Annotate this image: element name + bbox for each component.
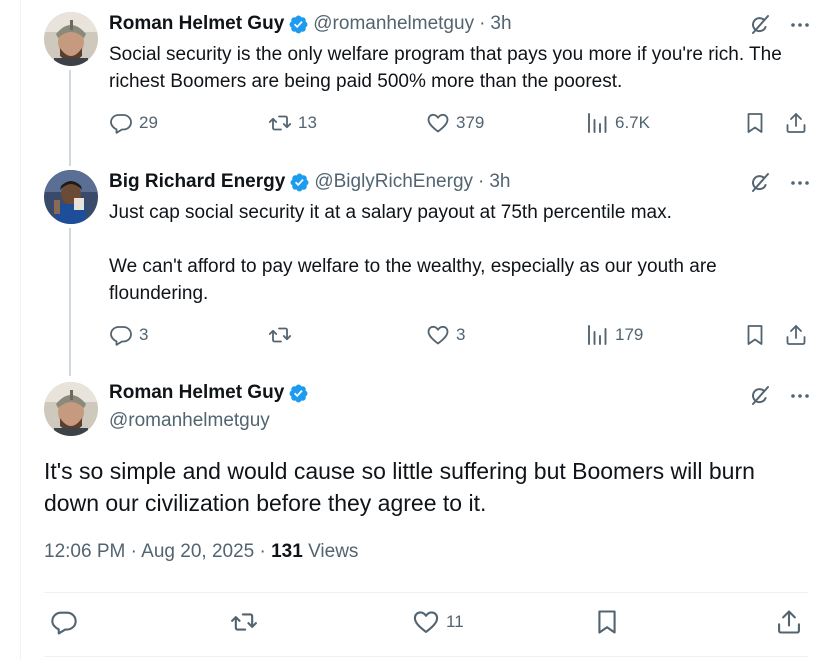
more-icon[interactable]	[788, 384, 812, 408]
tweet-header: Big Richard Energy @BiglyRichEnergy · 3h	[109, 171, 510, 193]
tweet-date[interactable]: Aug 20, 2025	[141, 541, 254, 562]
bookmark-icon	[743, 323, 767, 347]
tweet-paragraph: We can't afford to pay welfare to the we…	[109, 256, 717, 304]
author-name[interactable]: Roman Helmet Guy	[109, 13, 284, 35]
tweet-top-icons	[748, 171, 812, 195]
like-count: 379	[456, 113, 485, 132]
tweet-top-icons	[748, 384, 812, 408]
bookmark-button[interactable]	[743, 323, 767, 347]
like-icon	[426, 323, 450, 347]
reply-button[interactable]: 29	[109, 111, 158, 135]
like-icon	[412, 608, 440, 636]
repost-count: 13	[298, 113, 317, 132]
views-icon	[585, 111, 609, 135]
share-icon	[775, 608, 803, 636]
thread-connector-line	[69, 228, 71, 376]
repost-icon	[268, 323, 292, 347]
bookmark-button[interactable]	[743, 111, 767, 135]
views-button[interactable]: 6.7K	[585, 111, 650, 135]
separator-dot: ·	[479, 13, 486, 34]
tweet-time[interactable]: 3h	[490, 13, 511, 35]
repost-button[interactable]	[268, 323, 298, 347]
more-icon[interactable]	[788, 13, 812, 37]
tweet-time[interactable]: 12:06 PM	[44, 541, 125, 562]
like-button[interactable]: 379	[426, 111, 484, 135]
author-handle[interactable]: @romanhelmetguy	[313, 13, 474, 35]
share-button[interactable]	[784, 111, 808, 135]
tweet-actions: 29 13 379 6.7K	[0, 111, 827, 139]
main-tweet-actions: 11	[0, 608, 827, 642]
bookmark-icon	[743, 111, 767, 135]
avatar-roman-helmet-guy[interactable]	[44, 382, 98, 436]
share-button[interactable]	[784, 323, 808, 347]
reply-count: 29	[139, 113, 158, 132]
tweet-paragraph: Just cap social security it at a salary …	[109, 202, 672, 223]
grok-icon[interactable]	[748, 13, 772, 37]
like-button[interactable]: 3	[426, 323, 465, 347]
share-button[interactable]	[775, 608, 803, 636]
grok-icon[interactable]	[748, 384, 772, 408]
main-tweet-text: It's so simple and would cause so little…	[44, 458, 755, 516]
avatar-roman-helmet-guy[interactable]	[44, 12, 98, 66]
views-icon	[585, 323, 609, 347]
reply-button[interactable]	[50, 608, 78, 636]
like-icon	[426, 111, 450, 135]
grok-icon[interactable]	[748, 171, 772, 195]
share-icon	[784, 111, 808, 135]
share-icon	[784, 323, 808, 347]
main-author-name-row: Roman Helmet Guy	[109, 382, 313, 404]
tweet-time[interactable]: 3h	[489, 171, 510, 193]
reply-button[interactable]: 3	[109, 323, 148, 347]
tweet-body: Just cap social security it at a salary …	[109, 199, 809, 307]
divider	[44, 592, 808, 593]
views-count: 131	[271, 541, 303, 562]
like-count: 3	[456, 325, 466, 344]
verified-badge-icon	[288, 14, 309, 35]
reply-icon	[109, 111, 133, 135]
bookmark-button[interactable]	[593, 608, 621, 636]
reply-icon	[109, 323, 133, 347]
tweet-body: Social security is the only welfare prog…	[109, 41, 809, 95]
like-button[interactable]: 11	[412, 608, 464, 636]
views-count: 179	[615, 325, 644, 344]
views-count: 6.7K	[615, 113, 650, 132]
separator-dot: ·	[259, 541, 272, 562]
author-handle[interactable]: @romanhelmetguy	[109, 410, 313, 432]
tweet-header: Roman Helmet Guy @romanhelmetguy · 3h	[109, 13, 512, 35]
tweet-paragraph: Social security is the only welfare prog…	[109, 44, 782, 92]
verified-badge-icon	[288, 383, 309, 404]
bookmark-icon	[593, 608, 621, 636]
verified-badge-icon	[289, 172, 310, 193]
separator-dot: ·	[130, 541, 142, 562]
divider	[44, 656, 808, 657]
more-icon[interactable]	[788, 171, 812, 195]
tweet-actions: 3 3 179	[0, 323, 827, 351]
tweet-top-icons	[748, 13, 812, 37]
avatar-big-richard-energy[interactable]	[44, 170, 98, 224]
repost-icon	[230, 608, 258, 636]
reply-icon	[50, 608, 78, 636]
conversation-thread: Roman Helmet Guy @romanhelmetguy · 3h So…	[0, 0, 827, 660]
reply-count: 3	[139, 325, 149, 344]
tweet-meta: 12:06 PM · Aug 20, 2025 · 131 Views	[44, 541, 358, 563]
views-button[interactable]: 179	[585, 323, 643, 347]
repost-button[interactable]: 13	[268, 111, 317, 135]
separator-dot: ·	[478, 171, 485, 192]
author-name[interactable]: Big Richard Energy	[109, 171, 285, 193]
repost-button[interactable]	[230, 608, 258, 636]
author-name[interactable]: Roman Helmet Guy	[109, 382, 284, 404]
views-label: Views	[308, 541, 359, 562]
main-author-block: Roman Helmet Guy @romanhelmetguy	[109, 382, 313, 432]
like-count: 11	[446, 612, 464, 631]
repost-icon	[268, 111, 292, 135]
author-handle[interactable]: @BiglyRichEnergy	[314, 171, 473, 193]
